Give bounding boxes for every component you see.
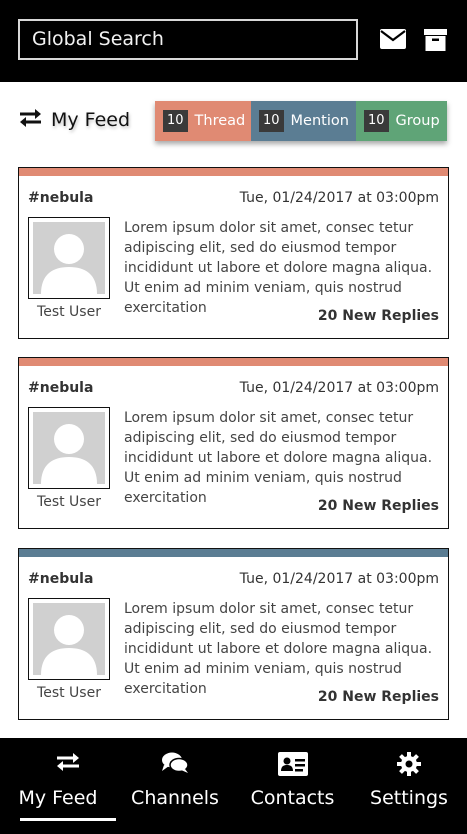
top-header: Global Search xyxy=(0,0,467,82)
card-replies-link[interactable]: 20 New Replies xyxy=(318,689,439,705)
nav-settings[interactable]: Settings xyxy=(351,738,467,834)
feed-card[interactable]: #nebula Tue, 01/24/2017 at 03:00pm Test … xyxy=(18,167,449,339)
exchange-arrows-icon xyxy=(18,108,43,133)
active-tab-indicator xyxy=(20,818,116,821)
nav-channels[interactable]: Channels xyxy=(116,738,234,834)
filter-thread-label: Thread xyxy=(194,113,246,129)
card-type-strip xyxy=(19,168,448,176)
card-replies-link[interactable]: 20 New Replies xyxy=(318,308,439,324)
filter-mention-label: Mention xyxy=(290,113,349,129)
card-channel[interactable]: #nebula xyxy=(28,190,93,206)
gear-icon xyxy=(397,752,421,780)
card-replies-link[interactable]: 20 New Replies xyxy=(318,498,439,514)
nav-channels-label: Channels xyxy=(131,787,219,809)
envelope-icon[interactable] xyxy=(380,28,406,54)
card-message: Lorem ipsum dolor sit amet, consec tetur… xyxy=(124,220,433,316)
filter-thread-count: 10 xyxy=(163,110,188,132)
filter-group[interactable]: 10 Group xyxy=(356,101,447,141)
card-type-strip xyxy=(19,549,448,557)
feed-title: My Feed xyxy=(18,107,130,133)
chat-bubbles-icon xyxy=(161,752,189,778)
card-timestamp: Tue, 01/24/2017 at 03:00pm xyxy=(239,190,439,206)
feed-card[interactable]: #nebula Tue, 01/24/2017 at 03:00pm Test … xyxy=(18,548,449,720)
filter-mention-count: 10 xyxy=(259,110,284,132)
exchange-arrows-icon xyxy=(55,752,81,776)
card-timestamp: Tue, 01/24/2017 at 03:00pm xyxy=(239,571,439,587)
feed-card[interactable]: #nebula Tue, 01/24/2017 at 03:00pm Test … xyxy=(18,357,449,529)
user-silhouette-icon xyxy=(41,234,97,294)
filter-thread[interactable]: 10 Thread xyxy=(155,101,251,141)
avatar[interactable] xyxy=(28,407,110,489)
avatar[interactable] xyxy=(28,598,110,680)
feed-filter-group: 10 Thread 10 Mention 10 Group xyxy=(155,101,447,141)
user-silhouette-icon xyxy=(41,424,97,484)
card-username: Test User xyxy=(37,494,101,510)
card-channel[interactable]: #nebula xyxy=(28,571,93,587)
nav-contacts-label: Contacts xyxy=(250,787,335,809)
filter-group-count: 10 xyxy=(364,110,389,132)
contact-card-icon xyxy=(277,752,308,780)
avatar[interactable] xyxy=(28,217,110,299)
archive-icon[interactable] xyxy=(424,29,447,55)
nav-my-feed[interactable]: My Feed xyxy=(0,738,116,834)
card-timestamp: Tue, 01/24/2017 at 03:00pm xyxy=(239,380,439,396)
card-username: Test User xyxy=(37,304,101,320)
filter-mention[interactable]: 10 Mention xyxy=(251,101,356,141)
user-silhouette-icon xyxy=(41,615,97,675)
card-channel[interactable]: #nebula xyxy=(28,380,93,396)
card-type-strip xyxy=(19,358,448,366)
feed-title-label: My Feed xyxy=(51,109,131,131)
card-username: Test User xyxy=(37,685,101,701)
feed-toolbar: My Feed 10 Thread 10 Mention 10 Group xyxy=(0,82,467,156)
filter-group-label: Group xyxy=(395,113,440,129)
nav-contacts[interactable]: Contacts xyxy=(234,738,351,834)
card-message: Lorem ipsum dolor sit amet, consec tetur… xyxy=(124,601,433,697)
global-search-input[interactable]: Global Search xyxy=(18,19,358,60)
bottom-navigation: My Feed Channels Contacts Settings xyxy=(0,738,467,834)
nav-my-feed-label: My Feed xyxy=(18,787,98,809)
nav-settings-label: Settings xyxy=(370,787,448,809)
card-message: Lorem ipsum dolor sit amet, consec tetur… xyxy=(124,410,433,506)
